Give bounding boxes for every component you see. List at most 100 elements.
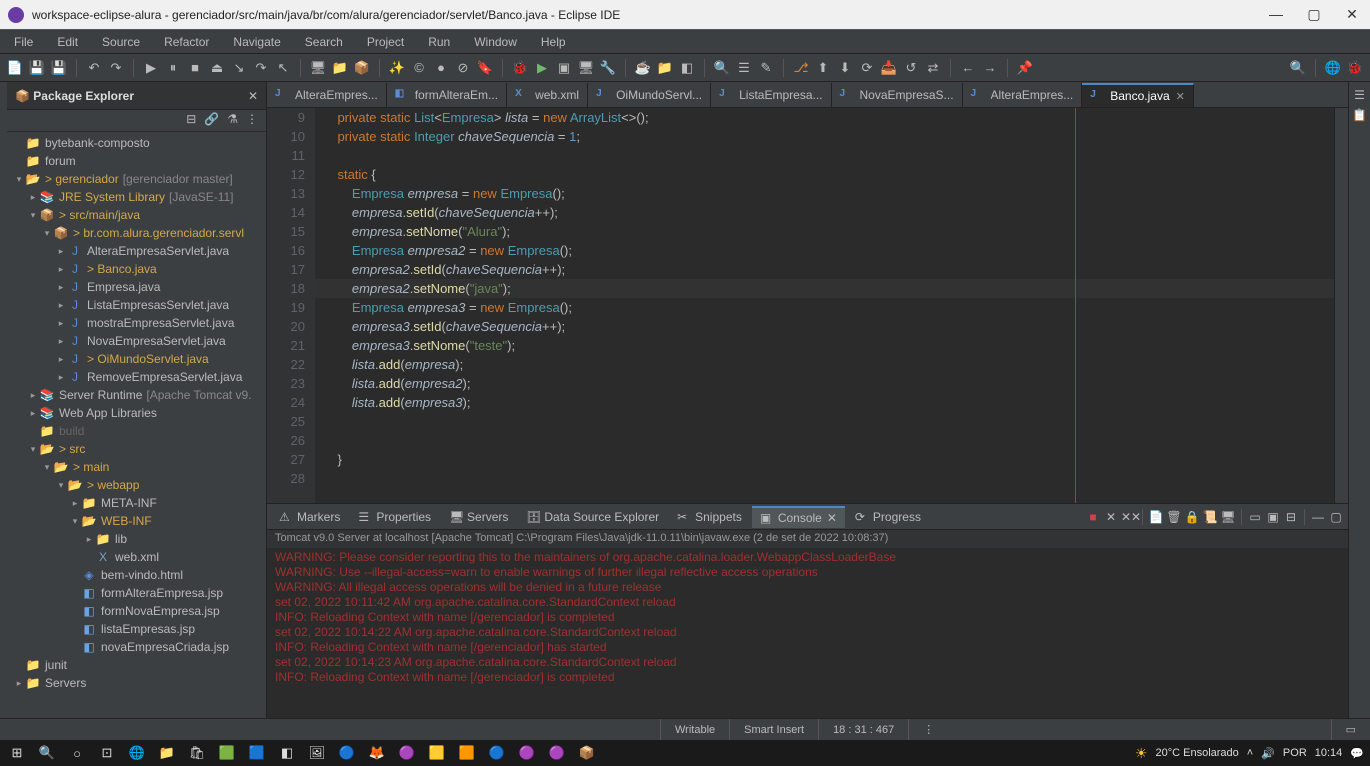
explorer-icon[interactable]: 📁 xyxy=(156,742,178,764)
bottom-tab-snippets[interactable]: ✂Snippets xyxy=(669,507,750,527)
twisty-icon[interactable]: ▸ xyxy=(55,354,67,365)
tree-item[interactable]: ▾📂> src xyxy=(7,440,266,458)
app9-icon[interactable]: 📦 xyxy=(576,742,598,764)
debug-icon[interactable]: 🐞 xyxy=(511,59,529,77)
menu-source[interactable]: Source xyxy=(92,33,150,51)
app3-icon[interactable]: ◧ xyxy=(276,742,298,764)
word-icon[interactable]: 🔵 xyxy=(486,742,508,764)
editor-tab[interactable]: JAlteraEmpres... xyxy=(963,83,1083,107)
debug-disconnect-icon[interactable]: ⏏ xyxy=(208,59,226,77)
menu-search[interactable]: Search xyxy=(295,33,353,51)
twisty-icon[interactable]: ▾ xyxy=(41,462,53,473)
save-all-icon[interactable]: 💾 xyxy=(50,59,68,77)
redo-icon[interactable]: ↷ xyxy=(107,59,125,77)
tree-item[interactable]: ◧formNovaEmpresa.jsp xyxy=(7,602,266,620)
app6-icon[interactable]: 🟣 xyxy=(396,742,418,764)
menu-navigate[interactable]: Navigate xyxy=(223,33,290,51)
twisty-icon[interactable]: ▸ xyxy=(13,678,25,689)
new-package-icon[interactable]: 📦 xyxy=(353,59,371,77)
volume-icon[interactable]: 🔊 xyxy=(1261,747,1275,760)
cortana-icon[interactable]: ○ xyxy=(66,742,88,764)
code-line[interactable]: static { xyxy=(315,165,1334,184)
new-icon[interactable]: 📄 xyxy=(6,59,24,77)
status-menu-icon[interactable]: ⋮ xyxy=(908,719,948,740)
new-java-project-icon[interactable]: ☕ xyxy=(634,59,652,77)
search-icon[interactable]: 🔍 xyxy=(713,59,731,77)
perspective-javaee-icon[interactable]: 🌐 xyxy=(1324,59,1342,77)
console-toolbar-icon[interactable]: ✕✕ xyxy=(1121,510,1137,524)
bottom-tab-markers[interactable]: ⚠Markers xyxy=(271,507,348,527)
editor-tab[interactable]: Xweb.xml xyxy=(507,83,588,107)
twisty-icon[interactable]: ▾ xyxy=(41,228,53,239)
editor-tab[interactable]: JOiMundoServl... xyxy=(588,83,711,107)
lang-indicator[interactable]: POR xyxy=(1283,747,1307,759)
twisty-icon[interactable]: ▾ xyxy=(27,444,39,455)
tree-item[interactable]: 📁forum xyxy=(7,152,266,170)
editor-scrollbar[interactable] xyxy=(1334,108,1348,503)
start-icon[interactable]: ⊞ xyxy=(6,742,28,764)
search-taskbar-icon[interactable]: 🔍 xyxy=(36,742,58,764)
pin-icon[interactable]: 📌 xyxy=(1016,59,1034,77)
bottom-tab-properties[interactable]: ☰Properties xyxy=(350,507,439,527)
debug-resume-icon[interactable]: ▶ xyxy=(142,59,160,77)
console-toolbar-icon[interactable]: ⊟ xyxy=(1283,510,1299,524)
skip-breakpoints-icon[interactable]: ⊘ xyxy=(454,59,472,77)
tree-item[interactable]: ▸JAlteraEmpresaServlet.java xyxy=(7,242,266,260)
code-line[interactable]: empresa3.setNome("teste"); xyxy=(315,336,1334,355)
bottom-tab-servers[interactable]: 🖥Servers xyxy=(441,507,516,527)
task-view-icon[interactable]: ⊡ xyxy=(96,742,118,764)
twisty-icon[interactable]: ▸ xyxy=(55,246,67,257)
tree-item[interactable]: 📁bytebank-composto xyxy=(7,134,266,152)
tree-item[interactable]: ▸📚Web App Libraries xyxy=(7,404,266,422)
menu-project[interactable]: Project xyxy=(357,33,414,51)
discord-icon[interactable]: 🟣 xyxy=(516,742,538,764)
code-line[interactable] xyxy=(315,146,1334,165)
menu-run[interactable]: Run xyxy=(418,33,460,51)
undo-icon[interactable]: ↶ xyxy=(85,59,103,77)
tree-item[interactable]: ▾📂WEB-INF xyxy=(7,512,266,530)
tree-item[interactable]: ▸JmostraEmpresaServlet.java xyxy=(7,314,266,332)
code-line[interactable]: empresa.setId(chaveSequencia++); xyxy=(315,203,1334,222)
tree-item[interactable]: ▸📁META-INF xyxy=(7,494,266,512)
code-line[interactable]: private static List<Empresa> lista = new… xyxy=(315,108,1334,127)
weather-text[interactable]: 20°C Ensolarado xyxy=(1155,747,1238,759)
code-line[interactable]: empresa3.setId(chaveSequencia++); xyxy=(315,317,1334,336)
tree-item[interactable]: ▾📂> gerenciador[gerenciador master] xyxy=(7,170,266,188)
tree-item[interactable]: 📁build xyxy=(7,422,266,440)
code-line[interactable] xyxy=(315,469,1334,488)
open-type-icon[interactable]: 📁 xyxy=(331,59,349,77)
step-return-icon[interactable]: ↖ xyxy=(274,59,292,77)
tree-item[interactable]: ◧listaEmpresas.jsp xyxy=(7,620,266,638)
code-line[interactable]: Empresa empresa2 = new Empresa(); xyxy=(315,241,1334,260)
tree-item[interactable]: ▾📂> webapp xyxy=(7,476,266,494)
new-jsp-icon[interactable]: ◧ xyxy=(678,59,696,77)
twisty-icon[interactable]: ▸ xyxy=(55,282,67,293)
view-close-icon[interactable]: ✕ xyxy=(248,89,258,103)
outline-icon[interactable]: ☰ xyxy=(735,59,753,77)
console-toolbar-icon[interactable]: — xyxy=(1310,510,1326,524)
app7-icon[interactable]: 🟨 xyxy=(426,742,448,764)
code-line[interactable] xyxy=(315,431,1334,450)
bookmark-icon[interactable]: 🔖 xyxy=(476,59,494,77)
collapse-all-icon[interactable]: ⊟ xyxy=(186,112,196,129)
save-icon[interactable]: 💾 xyxy=(28,59,46,77)
tree-item[interactable]: ▸📁lib xyxy=(7,530,266,548)
twisty-icon[interactable]: ▾ xyxy=(55,480,67,491)
close-button[interactable]: ✕ xyxy=(1342,6,1362,23)
toggle-breakpoint-icon[interactable]: ● xyxy=(432,59,450,77)
twisty-icon[interactable]: ▸ xyxy=(55,300,67,311)
tree-item[interactable]: ▾📦> src/main/java xyxy=(7,206,266,224)
code-line[interactable]: Empresa empresa3 = new Empresa(); xyxy=(315,298,1334,317)
console-toolbar-icon[interactable]: ■ xyxy=(1085,510,1101,524)
editor-tab[interactable]: ◧formAlteraEm... xyxy=(387,83,507,107)
code-line[interactable] xyxy=(315,412,1334,431)
new-project-icon[interactable]: 📁 xyxy=(656,59,674,77)
code-area[interactable]: private static List<Empresa> lista = new… xyxy=(315,108,1334,503)
project-tree[interactable]: 📁bytebank-composto📁forum▾📂> gerenciador[… xyxy=(7,132,266,718)
git-push-icon[interactable]: ⬇ xyxy=(836,59,854,77)
menu-help[interactable]: Help xyxy=(531,33,576,51)
git-icon[interactable]: ⎇ xyxy=(792,59,810,77)
menu-refactor[interactable]: Refactor xyxy=(154,33,219,51)
git-reset-icon[interactable]: ↺ xyxy=(902,59,920,77)
git-stash-icon[interactable]: 📥 xyxy=(880,59,898,77)
